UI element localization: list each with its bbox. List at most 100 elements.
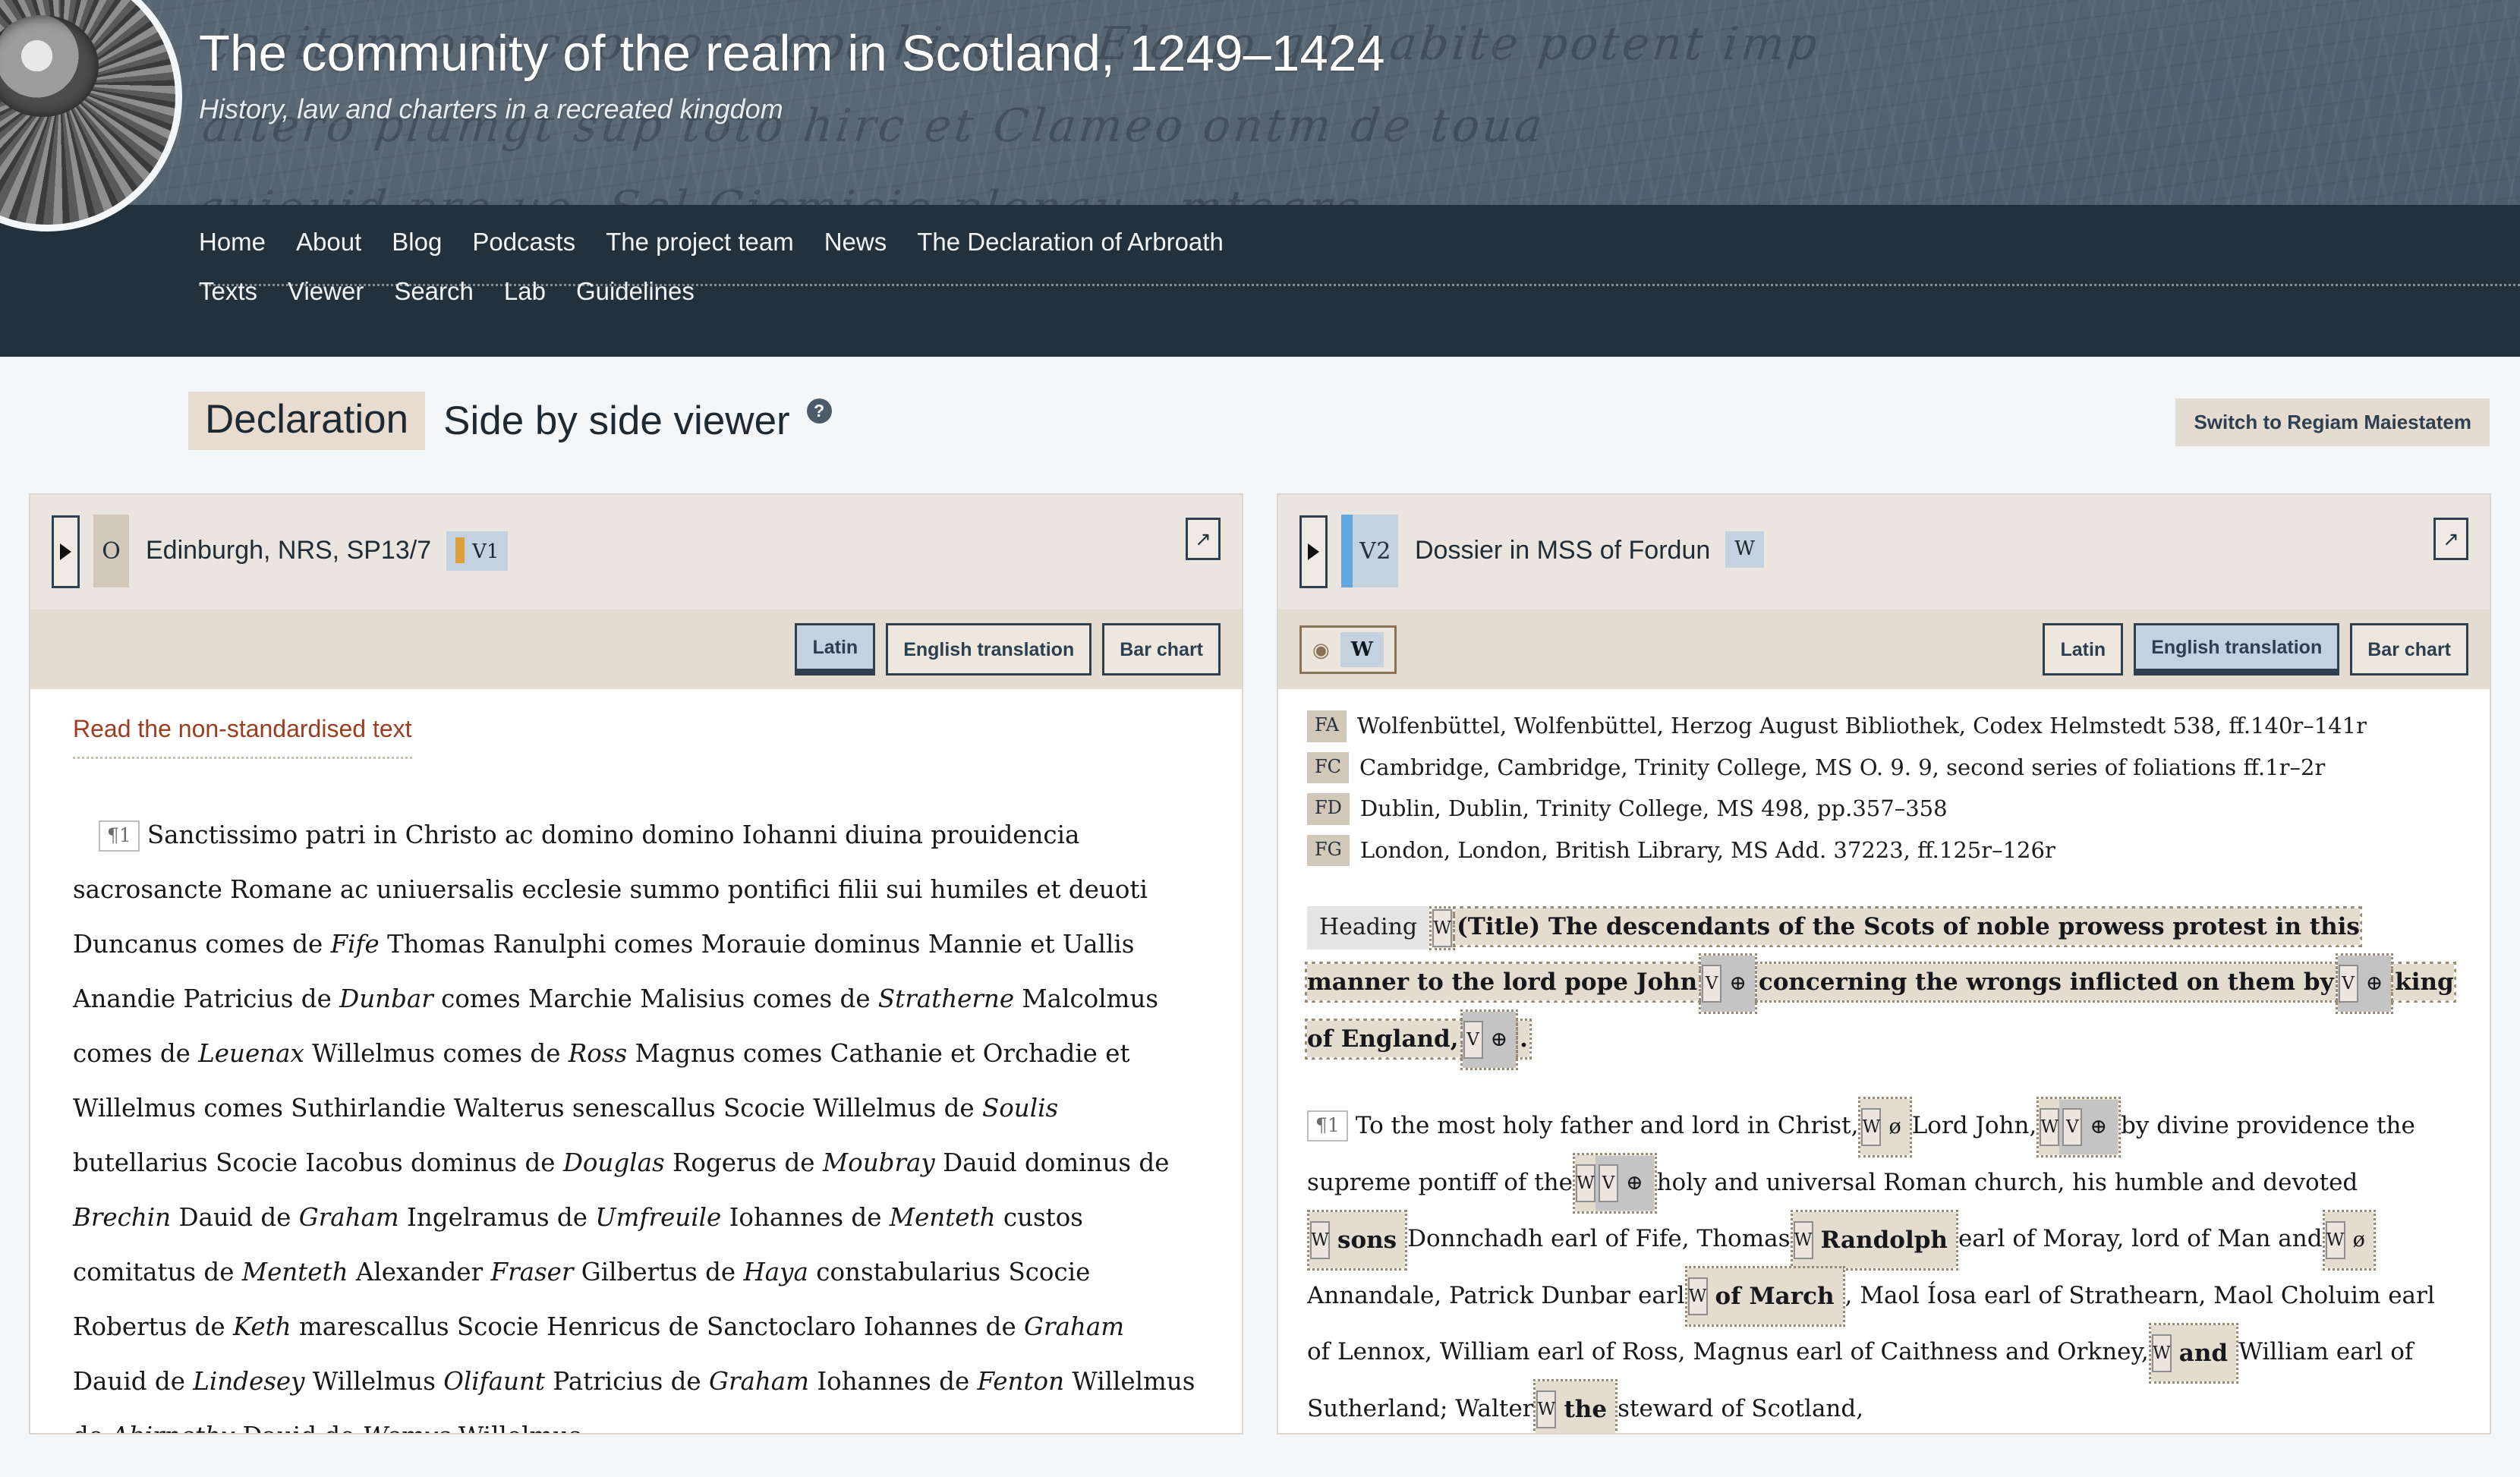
marker-w-empty-2[interactable]: Wø bbox=[2322, 1209, 2376, 1271]
marker-v-3[interactable]: V ⊕ bbox=[1460, 1009, 1519, 1071]
left-panel-version-chip[interactable]: V1 bbox=[446, 531, 509, 571]
manuscript-shelfmark: Wolfenbüttel, Wolfenbüttel, Herzog Augus… bbox=[1356, 713, 2367, 738]
marker-sq-w: W bbox=[1432, 909, 1453, 947]
orange-marker-icon bbox=[455, 537, 465, 563]
manuscript-shelfmark: Dublin, Dublin, Trinity College, MS 498,… bbox=[1359, 795, 1948, 822]
latin-text-body: ¶1 Sanctissimo patri in Christo ac domino… bbox=[73, 808, 1199, 1433]
site-header: tegitam ons cap non copa hive ac Elamo q… bbox=[0, 0, 2520, 357]
marker-v-2[interactable]: V ⊕ bbox=[2335, 953, 2394, 1014]
latin-placename: Brechin bbox=[73, 1203, 172, 1232]
nav-link-blog[interactable]: Blog bbox=[376, 228, 457, 257]
nav-link-podcasts[interactable]: Podcasts bbox=[457, 228, 591, 257]
manuscript-siglum-badge[interactable]: FD bbox=[1307, 793, 1350, 825]
paragraph-marker[interactable]: ¶1 bbox=[99, 820, 140, 852]
marker-sq-w: W bbox=[2151, 1334, 2172, 1372]
latin-placename: Umfreuile bbox=[595, 1203, 722, 1232]
marker-sym-circle: ⊕ bbox=[1625, 1171, 1643, 1195]
latin-run: Iohannes de bbox=[809, 1367, 978, 1396]
manuscript-siglum-badge[interactable]: FA bbox=[1307, 710, 1347, 742]
left-panel-version-label: V1 bbox=[472, 540, 499, 563]
eye-icon[interactable]: ◉ bbox=[1312, 640, 1330, 660]
right-panel: V2 Dossier in MSS of Fordun W ↗ ◉ W Lati… bbox=[1277, 493, 2491, 1434]
marker-sym-circle: ⊕ bbox=[2090, 1114, 2107, 1138]
marker-wv-1[interactable]: W V ⊕ bbox=[2036, 1096, 2121, 1157]
eng-text-2: Lord John, bbox=[1911, 1112, 2037, 1140]
marker-sq-w: W bbox=[1793, 1220, 1813, 1259]
nav-link-search[interactable]: Search bbox=[379, 277, 489, 306]
nav-link-declaration-of-arbroath[interactable]: The Declaration of Arbroath bbox=[902, 228, 1239, 257]
right-barchart-button[interactable]: Bar chart bbox=[2350, 623, 2468, 676]
latin-run: Willelmus comes de bbox=[304, 1039, 569, 1068]
nav-link-texts[interactable]: Texts bbox=[199, 277, 272, 306]
nav-link-guidelines[interactable]: Guidelines bbox=[561, 277, 710, 306]
marker-sq-w: W bbox=[1310, 1220, 1330, 1259]
marker-w-the[interactable]: Wthe bbox=[1533, 1379, 1618, 1433]
eng-text-7: Annandale, Patrick Dunbar earl bbox=[1307, 1281, 1685, 1309]
left-panel-header: O Edinburgh, NRS, SP13/7 V1 ↗ bbox=[30, 495, 1242, 609]
heading-text-end: . bbox=[1516, 1018, 1532, 1060]
paragraph-marker[interactable]: ¶1 bbox=[1307, 1110, 1348, 1142]
left-panel-caret-right-icon[interactable] bbox=[52, 515, 80, 588]
nav-link-news[interactable]: News bbox=[809, 228, 902, 257]
nav-link-project-team[interactable]: The project team bbox=[591, 228, 809, 257]
nav-link-lab[interactable]: Lab bbox=[489, 277, 561, 306]
left-panel-expand-icon[interactable]: ↗ bbox=[1186, 518, 1221, 560]
page-title-wrap: Declaration Side by side viewer ? bbox=[188, 392, 2520, 450]
marker-sq-v: V bbox=[1598, 1164, 1618, 1203]
marker-wv-2[interactable]: W V ⊕ bbox=[1572, 1153, 1657, 1214]
latin-run: comes Marchie Malisius comes de bbox=[433, 984, 878, 1013]
latin-placename: Graham bbox=[1024, 1312, 1125, 1341]
marker-sq-w: W bbox=[2325, 1220, 2345, 1259]
header-text-block: The community of the realm in Scotland, … bbox=[0, 0, 2520, 125]
marker-w-empty-1[interactable]: Wø bbox=[1858, 1096, 1912, 1157]
nav-link-viewer[interactable]: Viewer bbox=[272, 277, 379, 306]
right-panel-header: V2 Dossier in MSS of Fordun W ↗ bbox=[1278, 495, 2490, 609]
marker-v-1[interactable]: V ⊕ bbox=[1699, 953, 1757, 1014]
site-title: The community of the realm in Scotland, … bbox=[199, 25, 1385, 82]
marker-w-randolph[interactable]: W Randolph bbox=[1790, 1209, 1958, 1271]
right-english-button[interactable]: English translation bbox=[2134, 623, 2340, 676]
marker-grey-cell: V ⊕ bbox=[2059, 1099, 2118, 1154]
left-latin-button[interactable]: Latin bbox=[795, 623, 876, 676]
left-barchart-button[interactable]: Bar chart bbox=[1102, 623, 1221, 676]
right-panel-view-buttons: Latin English translation Bar chart bbox=[2043, 623, 2468, 676]
right-panel-caret-right-icon[interactable] bbox=[1299, 515, 1328, 588]
latin-placename: Soulis bbox=[981, 1094, 1059, 1123]
right-latin-button[interactable]: Latin bbox=[2043, 623, 2124, 676]
nav-link-about[interactable]: About bbox=[281, 228, 376, 257]
right-panel-version-chip[interactable]: W bbox=[1725, 531, 1764, 568]
switch-to-regiam-maiestatem-button[interactable]: Switch to Regiam Maiestatem bbox=[2175, 398, 2490, 446]
help-icon[interactable]: ? bbox=[806, 398, 832, 424]
latin-placename: Ross bbox=[568, 1039, 628, 1068]
latin-placename: Douglas bbox=[562, 1148, 665, 1177]
marker-w-heading[interactable]: W bbox=[1429, 905, 1456, 950]
marker-grey-cell: V ⊕ bbox=[1595, 1156, 1654, 1211]
right-panel-expand-icon[interactable]: ↗ bbox=[2433, 518, 2468, 560]
witness-visibility-group[interactable]: ◉ W bbox=[1299, 625, 1397, 674]
manuscript-siglum-badge[interactable]: FC bbox=[1307, 751, 1350, 784]
marker-sq-w: W bbox=[1575, 1164, 1595, 1203]
marker-w-and[interactable]: Wand bbox=[2148, 1322, 2239, 1384]
latin-placename: Graham bbox=[298, 1203, 399, 1232]
marker-word-of-march: of March bbox=[1715, 1283, 1835, 1311]
marker-sym-empty: ø bbox=[1888, 1114, 1901, 1138]
latin-placename: Lindesey bbox=[193, 1367, 305, 1396]
witness-chip-w[interactable]: W bbox=[1340, 631, 1384, 667]
marker-w-sons[interactable]: Wsons bbox=[1306, 1209, 1408, 1271]
latin-placename: Olifaunt bbox=[443, 1367, 545, 1396]
marker-sym-circle: ⊕ bbox=[1729, 971, 1747, 995]
nav-link-home[interactable]: Home bbox=[199, 228, 281, 257]
manuscript-siglum-badge[interactable]: FG bbox=[1307, 834, 1350, 867]
latin-run: Dauid de bbox=[235, 1422, 363, 1433]
read-non-standardised-text-link[interactable]: Read the non-standardised text bbox=[73, 715, 412, 759]
marker-word-sons: sons bbox=[1337, 1226, 1397, 1254]
latin-placename: Leuenax bbox=[198, 1039, 304, 1068]
marker-sq-w: W bbox=[1687, 1277, 1708, 1316]
latin-placename: Menteth bbox=[889, 1203, 996, 1232]
left-english-button[interactable]: English translation bbox=[886, 623, 1092, 676]
right-panel-body: FA Wolfenbüttel, Wolfenbüttel, Herzog Aug… bbox=[1278, 689, 2490, 1433]
nav-row-primary: Home About Blog Podcasts The project tea… bbox=[199, 205, 2520, 257]
marker-word-and: and bbox=[2178, 1339, 2229, 1367]
marker-w-of-march[interactable]: Wof March bbox=[1684, 1266, 1845, 1327]
latin-placename: Stratherne bbox=[877, 984, 1015, 1013]
